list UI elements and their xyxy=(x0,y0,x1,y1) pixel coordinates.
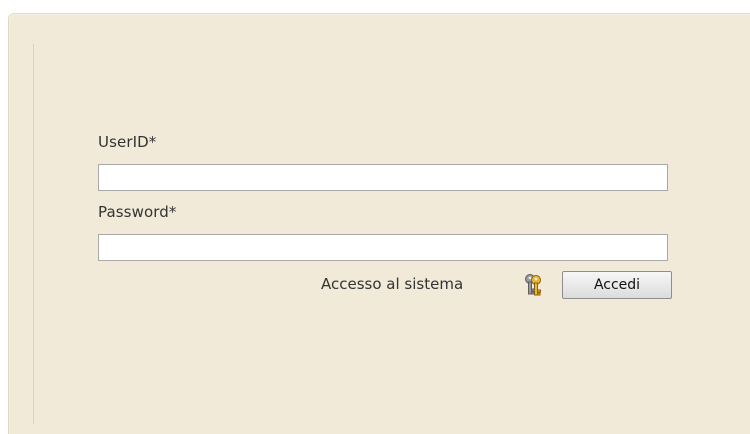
userid-label: UserID* xyxy=(98,133,157,151)
login-panel xyxy=(8,13,750,434)
userid-input[interactable] xyxy=(98,164,668,191)
password-label: Password* xyxy=(98,203,177,221)
keys-icon xyxy=(521,273,545,297)
password-input[interactable] xyxy=(98,234,668,261)
access-system-label: Accesso al sistema xyxy=(321,275,464,293)
panel-divider xyxy=(33,44,34,424)
login-button[interactable]: Accedi xyxy=(562,271,672,299)
